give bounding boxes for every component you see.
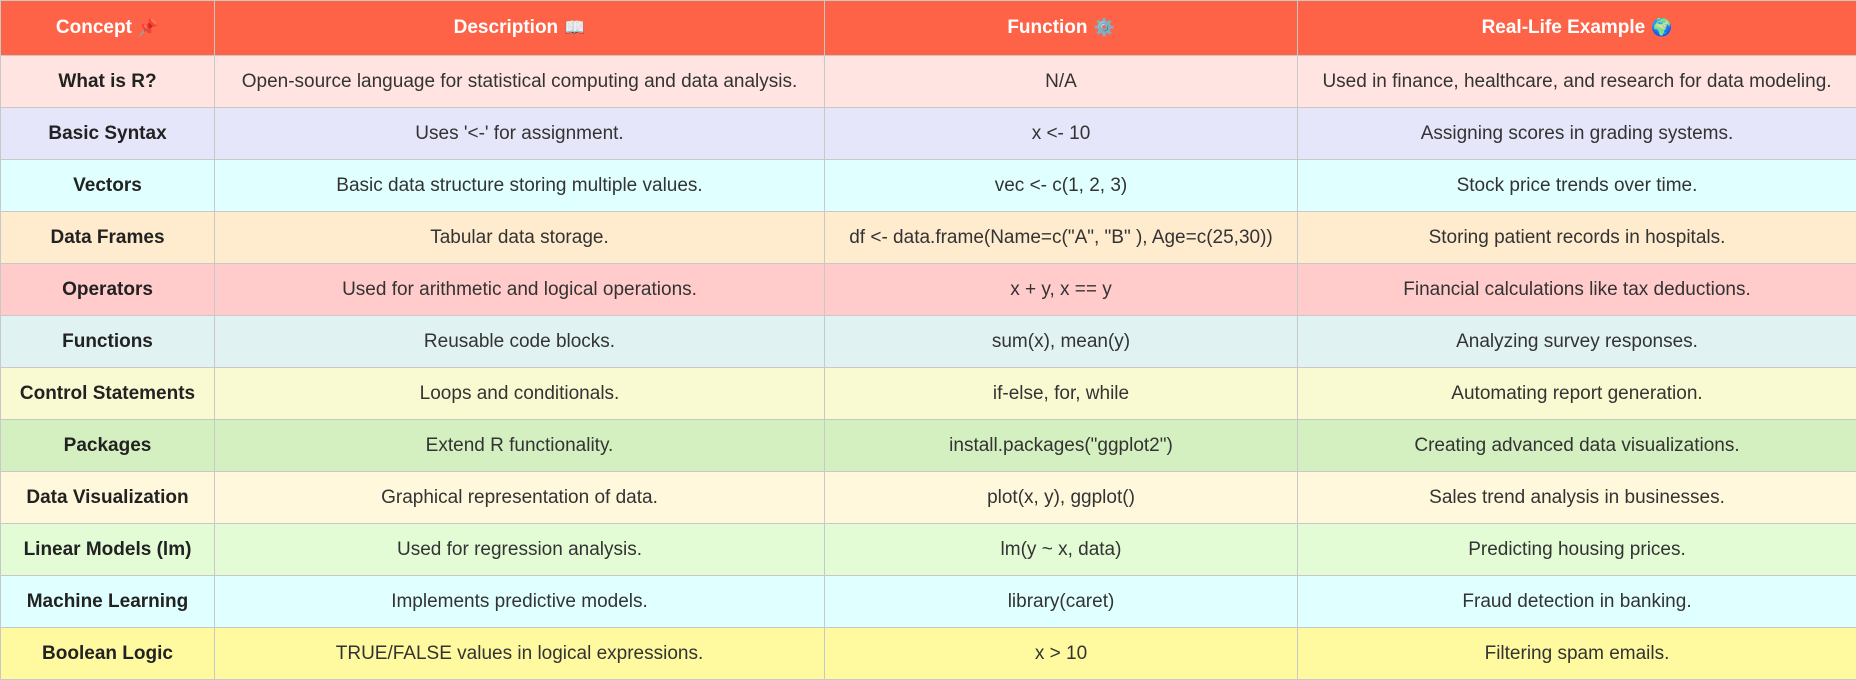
table-row: Basic Syntax Uses '<-' for assignment. x… <box>1 108 1856 160</box>
concept-cell: Linear Models (lm) <box>1 524 215 576</box>
function-cell: x + y, x == y <box>825 264 1298 316</box>
example-cell: Stock price trends over time. <box>1298 160 1856 212</box>
function-cell: lm(y ~ x, data) <box>825 524 1298 576</box>
table-row: Vectors Basic data structure storing mul… <box>1 160 1856 212</box>
example-cell: Storing patient records in hospitals. <box>1298 212 1856 264</box>
description-cell: Implements predictive models. <box>215 576 825 628</box>
header-row: Concept 📌 Description📖 Function ⚙️ Real-Li… <box>1 1 1856 56</box>
function-cell: plot(x, y), ggplot() <box>825 472 1298 524</box>
concept-cell: Boolean Logic <box>1 628 215 680</box>
function-cell: library(caret) <box>825 576 1298 628</box>
table-header: Concept 📌 Description📖 Function ⚙️ Real-Li… <box>1 1 1856 56</box>
description-cell: TRUE/FALSE values in logical expressions… <box>215 628 825 680</box>
header-concept[interactable]: Concept 📌 <box>1 1 215 56</box>
concept-cell: Machine Learning <box>1 576 215 628</box>
example-cell: Analyzing survey responses. <box>1298 316 1856 368</box>
table-row: Functions Reusable code blocks. sum(x), … <box>1 316 1856 368</box>
table-body: What is R? Open-source language for stat… <box>1 56 1856 680</box>
function-cell: x <- 10 <box>825 108 1298 160</box>
header-real-life-example[interactable]: Real-Life Example🌍 <box>1298 1 1856 56</box>
header-label: Description <box>454 17 559 38</box>
header-description[interactable]: Description📖 <box>215 1 825 56</box>
description-cell: Used for arithmetic and logical operatio… <box>215 264 825 316</box>
globe-icon: 🌍 <box>1651 18 1672 38</box>
table-row: Linear Models (lm) Used for regression a… <box>1 524 1856 576</box>
example-cell: Financial calculations like tax deductio… <box>1298 264 1856 316</box>
concept-cell: Vectors <box>1 160 215 212</box>
example-cell: Creating advanced data visualizations. <box>1298 420 1856 472</box>
table-row: Data Visualization Graphical representat… <box>1 472 1856 524</box>
description-cell: Used for regression analysis. <box>215 524 825 576</box>
description-cell: Open-source language for statistical com… <box>215 56 825 108</box>
book-icon: 📖 <box>564 18 585 38</box>
table-row: Operators Used for arithmetic and logica… <box>1 264 1856 316</box>
table-row: Data Frames Tabular data storage. df <- … <box>1 212 1856 264</box>
table-row: Control Statements Loops and conditional… <box>1 368 1856 420</box>
function-cell: df <- data.frame(Name=c("A", "B" ), Age=… <box>825 212 1298 264</box>
concept-cell: Data Frames <box>1 212 215 264</box>
concept-cell: Data Visualization <box>1 472 215 524</box>
example-cell: Filtering spam emails. <box>1298 628 1856 680</box>
concept-cell: Functions <box>1 316 215 368</box>
concept-cell: Operators <box>1 264 215 316</box>
table-row: Packages Extend R functionality. install… <box>1 420 1856 472</box>
table-row: Boolean Logic TRUE/FALSE values in logic… <box>1 628 1856 680</box>
function-cell: if-else, for, while <box>825 368 1298 420</box>
description-cell: Loops and conditionals. <box>215 368 825 420</box>
function-cell: x > 10 <box>825 628 1298 680</box>
function-cell: sum(x), mean(y) <box>825 316 1298 368</box>
example-cell: Assigning scores in grading systems. <box>1298 108 1856 160</box>
example-cell: Used in finance, healthcare, and researc… <box>1298 56 1856 108</box>
table-row: What is R? Open-source language for stat… <box>1 56 1856 108</box>
gear-icon: ⚙️ <box>1094 18 1115 38</box>
example-cell: Sales trend analysis in businesses. <box>1298 472 1856 524</box>
r-concepts-table: Concept 📌 Description📖 Function ⚙️ Real-Li… <box>0 0 1856 680</box>
description-cell: Uses '<-' for assignment. <box>215 108 825 160</box>
function-cell: N/A <box>825 56 1298 108</box>
header-function[interactable]: Function ⚙️ <box>825 1 1298 56</box>
concept-cell: What is R? <box>1 56 215 108</box>
concept-cell: Control Statements <box>1 368 215 420</box>
function-cell: install.packages("ggplot2") <box>825 420 1298 472</box>
header-label: Function <box>1007 17 1087 38</box>
description-cell: Tabular data storage. <box>215 212 825 264</box>
concept-cell: Packages <box>1 420 215 472</box>
concept-cell: Basic Syntax <box>1 108 215 160</box>
example-cell: Predicting housing prices. <box>1298 524 1856 576</box>
table-row: Machine Learning Implements predictive m… <box>1 576 1856 628</box>
header-label: Real-Life Example <box>1482 17 1646 38</box>
header-label: Concept <box>56 17 132 38</box>
description-cell: Extend R functionality. <box>215 420 825 472</box>
example-cell: Fraud detection in banking. <box>1298 576 1856 628</box>
description-cell: Basic data structure storing multiple va… <box>215 160 825 212</box>
pushpin-icon: 📌 <box>138 18 159 38</box>
example-cell: Automating report generation. <box>1298 368 1856 420</box>
description-cell: Reusable code blocks. <box>215 316 825 368</box>
description-cell: Graphical representation of data. <box>215 472 825 524</box>
function-cell: vec <- c(1, 2, 3) <box>825 160 1298 212</box>
